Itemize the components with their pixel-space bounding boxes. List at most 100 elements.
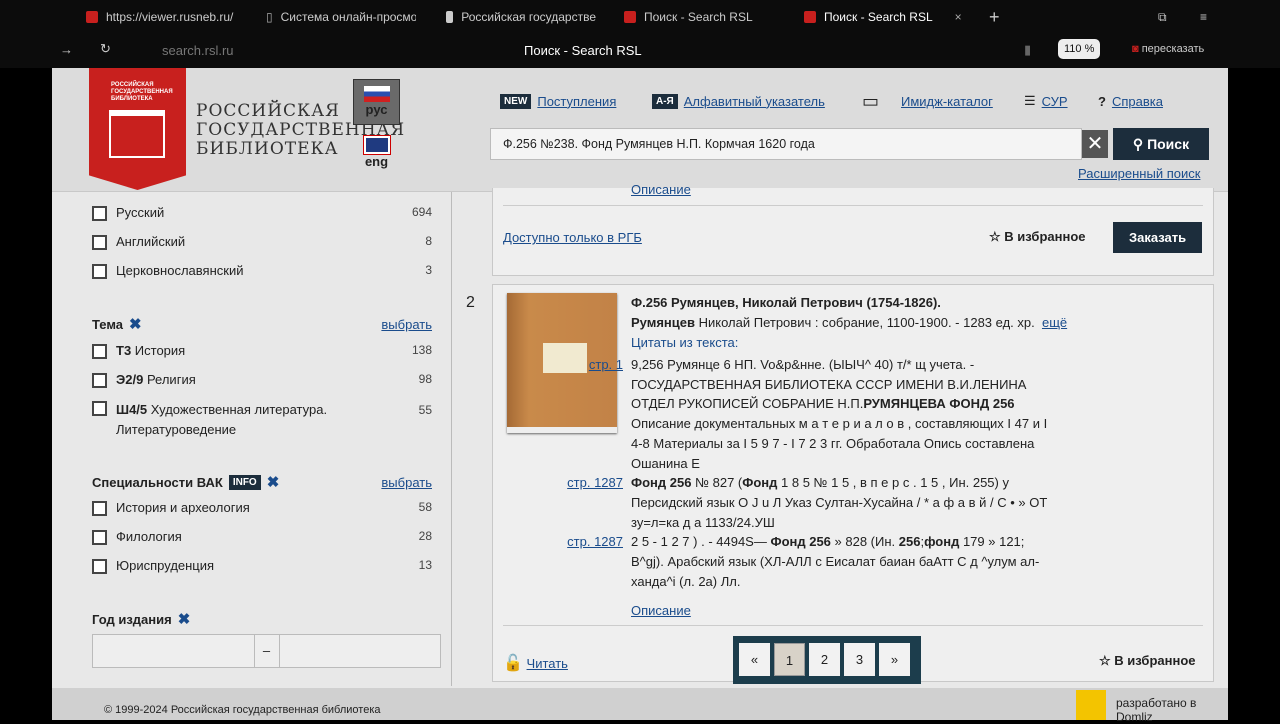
search-button[interactable]: ⚲ Поиск [1113, 128, 1209, 160]
filter-vak[interactable]: История и археология 58 [92, 500, 432, 516]
star-icon: ☆ [1099, 653, 1111, 668]
favorite-button[interactable]: ☆ В избранное [989, 229, 1086, 245]
quote-text: 2 5 - 1 2 7 ) . - 4494S— Фонд 256 » 828 … [631, 534, 1040, 589]
quote-page-link[interactable]: стр. 1287 [549, 473, 631, 532]
advanced-search-link[interactable]: Расширенный поиск [1078, 166, 1200, 181]
year-range: – [92, 634, 441, 668]
filter-vak[interactable]: Юриспруденция 13 [92, 558, 432, 574]
tab-active[interactable]: Поиск - Search RSL × [804, 0, 974, 34]
unlock-icon: 🔓 [503, 655, 523, 672]
nav-az: А-Я Алфавитный указатель [652, 90, 825, 112]
tab[interactable]: Российская государстве [446, 0, 596, 34]
quote: стр. 1287 Фонд 256 № 827 (Фонд 1 8 5 № 1 … [549, 473, 1099, 532]
vak-choose-link[interactable]: выбрать [381, 475, 432, 490]
result-title[interactable]: Ф.256 Румянцев, Николай Петрович (1754-1… [631, 295, 941, 310]
filter-language[interactable]: Русский 694 [92, 205, 432, 221]
clear-topic-icon[interactable]: ✖ [129, 315, 142, 333]
nav-image: ▭ Имидж-каталог [862, 90, 993, 112]
page: РОССИЙСКАЯ ГОСУДАРСТВЕННАЯ БИБЛИОТЕКА РОСС… [52, 68, 1228, 724]
new-tab-button[interactable]: + [989, 0, 1000, 34]
nav-new: NEW Поступления [500, 90, 616, 112]
favorite-button[interactable]: ☆ В избранное [1099, 653, 1196, 669]
nav-sur: ☰ СУР [1024, 90, 1068, 112]
filter-vak[interactable]: Филология 28 [92, 529, 432, 545]
zoom-badge[interactable]: 110 % [1058, 39, 1101, 59]
description-link[interactable]: Описание [631, 182, 691, 197]
copyright: © 1999-2024 Российская государственная б… [104, 704, 381, 716]
rsl-icon [446, 11, 454, 23]
lang-en-button[interactable]: eng [353, 135, 400, 169]
uk-flag-icon [362, 135, 391, 155]
new-badge: NEW [500, 93, 532, 109]
clear-year-icon[interactable]: ✖ [178, 610, 191, 628]
bookmarks-icon[interactable]: ⧉ [1158, 0, 1167, 34]
year-to-input[interactable] [280, 635, 441, 667]
tab[interactable]: https://viewer.rusneb.ru/ [86, 0, 236, 34]
filter-topic[interactable]: Т3 История 138 [92, 343, 432, 359]
retell-button[interactable]: ◙ пересказать [1132, 43, 1204, 55]
year-from-input[interactable] [93, 635, 254, 667]
nav-link-new[interactable]: Поступления [537, 94, 616, 109]
filters-sidebar: Русский 694 Английский 8 Церковнославянски… [52, 192, 452, 686]
checkbox[interactable] [92, 264, 107, 279]
close-tab-icon[interactable]: × [955, 10, 962, 24]
nav-link-sur[interactable]: СУР [1042, 94, 1068, 109]
rsl-logo[interactable]: РОССИЙСКАЯ ГОСУДАРСТВЕННАЯ БИБЛИОТЕКА [89, 68, 186, 190]
filter-language[interactable]: Церковнославянский 3 [92, 263, 432, 279]
checkbox[interactable] [92, 235, 107, 250]
url-field[interactable]: search.rsl.ru [162, 43, 234, 58]
clear-search-icon[interactable]: ✕ [1082, 130, 1108, 158]
checkbox[interactable] [92, 501, 107, 516]
nav-link-image[interactable]: Имидж-каталог [901, 94, 993, 109]
page-prev[interactable]: « [739, 643, 770, 676]
page-1[interactable]: 1 [774, 643, 805, 676]
clear-vak-icon[interactable]: ✖ [267, 473, 280, 491]
search-input[interactable]: Ф.256 №238. Фонд Румянцев Н.П. Кормчая 1… [490, 128, 1082, 160]
reload-icon[interactable]: ↻ [100, 41, 111, 57]
lang-ru-button[interactable]: рус [353, 79, 400, 125]
nav-link-az[interactable]: Алфавитный указатель [684, 94, 825, 109]
page-title: Поиск - Search RSL [524, 43, 642, 58]
info-badge[interactable]: INFO [228, 474, 261, 490]
checkbox[interactable] [92, 559, 107, 574]
topic-choose-link[interactable]: выбрать [381, 317, 432, 332]
access-link[interactable]: Доступно только в РГБ [503, 230, 642, 245]
checkbox[interactable] [92, 344, 107, 359]
description-link[interactable]: Описание [631, 603, 691, 618]
checkbox[interactable] [92, 206, 107, 221]
checkbox[interactable] [92, 373, 107, 388]
tab[interactable]: ▯ Система онлайн-просмо [266, 0, 416, 34]
card-icon: ▭ [862, 90, 880, 111]
quotes-label: Цитаты из текста: [631, 335, 739, 350]
quote-page-link[interactable]: стр. 1 [549, 355, 631, 473]
quote-text: 9,256 Румянце 6 НП. Vo&p&нне. (ЫЫЧ^ 40) … [631, 357, 1048, 471]
bookmark-icon[interactable]: ▮ [1024, 42, 1031, 58]
filter-topic[interactable]: Э2/9 Религия 98 [92, 372, 432, 388]
read-button[interactable]: 🔓 Читать [503, 653, 568, 673]
quote: стр. 1 9,256 Румянце 6 НП. Vo&p&нне. (ЫЫЧ… [549, 355, 1099, 473]
order-button[interactable]: Заказать [1113, 222, 1203, 253]
nav-link-help[interactable]: Справка [1112, 94, 1163, 109]
checkbox[interactable] [92, 530, 107, 545]
author: Румянцев [631, 315, 695, 330]
pagination: « 1 2 3 » [733, 636, 921, 684]
more-link[interactable]: ещё [1042, 315, 1067, 330]
page-next[interactable]: » [879, 643, 910, 676]
page-3[interactable]: 3 [844, 643, 875, 676]
footer: © 1999-2024 Российская государственная б… [52, 688, 1228, 724]
filter-topic[interactable]: Ш4/5 Художественная литература. Литерату… [92, 400, 432, 440]
quotes-list: стр. 1 9,256 Румянце 6 НП. Vo&p&нне. (ЫЫЧ… [549, 355, 1099, 591]
filter-language[interactable]: Английский 8 [92, 234, 432, 250]
result-card: Ф.256 Румянцев, Николай Петрович (1754-1… [492, 284, 1214, 682]
forward-icon[interactable]: → [60, 42, 73, 57]
quote-page-link[interactable]: стр. 1287 [549, 532, 631, 591]
tab[interactable]: Поиск - Search RSL [624, 0, 774, 34]
developer-logo[interactable] [1076, 690, 1106, 720]
page-2[interactable]: 2 [809, 643, 840, 676]
menu-icon[interactable]: ≡ [1200, 0, 1207, 34]
browser-tabs: https://viewer.rusneb.ru/ ▯ Система онлай… [0, 0, 1280, 34]
year-section: Год издания ✖ [92, 610, 191, 628]
checkbox[interactable] [92, 401, 107, 416]
quote-text: Фонд 256 № 827 (Фонд 1 8 5 № 1 5 , в п е… [631, 475, 1048, 530]
help-icon: ? [1098, 93, 1106, 109]
